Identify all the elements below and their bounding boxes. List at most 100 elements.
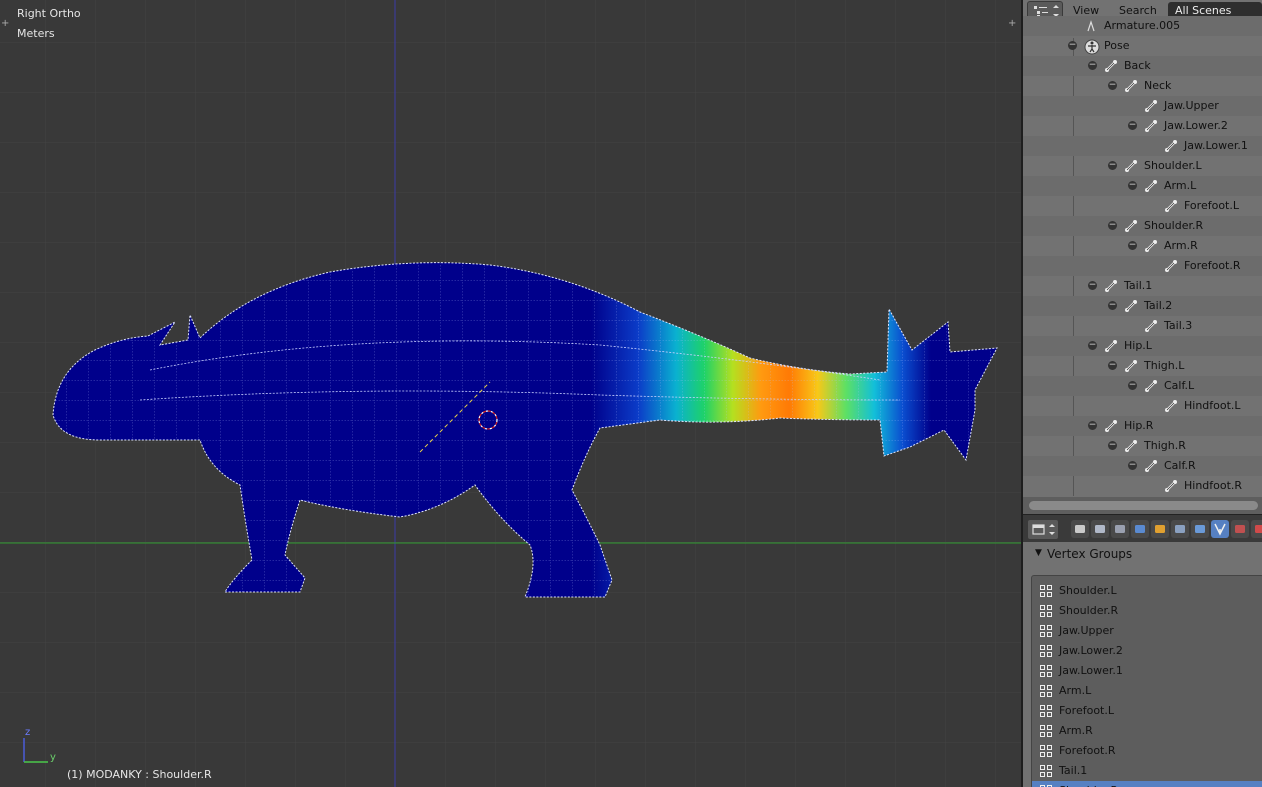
outliner-row[interactable]: − Tail.1 <box>1023 276 1262 296</box>
vertex-group-item[interactable]: Forefoot.R <box>1032 741 1262 761</box>
vertex-group-label[interactable]: Jaw.Lower.2 <box>1059 644 1123 657</box>
collapse-toggle-icon[interactable]: − <box>1088 281 1097 290</box>
collapse-toggle-icon[interactable]: − <box>1088 61 1097 70</box>
data-icon[interactable] <box>1211 520 1229 538</box>
outliner-row-label[interactable]: Arm.L <box>1164 179 1196 192</box>
split-handle-left[interactable]: + <box>1 18 9 29</box>
outliner-row-label[interactable]: Hindfoot.L <box>1184 399 1241 412</box>
collapse-toggle-icon[interactable]: − <box>1108 441 1117 450</box>
render-icon[interactable] <box>1071 520 1089 538</box>
constraints-icon[interactable] <box>1171 520 1189 538</box>
object-icon[interactable] <box>1151 520 1169 538</box>
outliner-row-label[interactable]: Tail.1 <box>1124 279 1152 292</box>
vertex-group-item[interactable]: Forefoot.L <box>1032 701 1262 721</box>
outliner-row-label[interactable]: Hip.R <box>1124 419 1153 432</box>
collapse-toggle-icon[interactable]: − <box>1108 161 1117 170</box>
outliner-row-label[interactable]: Calf.L <box>1164 379 1194 392</box>
collapse-toggle-icon[interactable]: − <box>1108 301 1117 310</box>
scrollbar-thumb[interactable] <box>1029 501 1258 510</box>
outliner-row[interactable]: − Jaw.Lower.2 <box>1023 116 1262 136</box>
outliner-row-label[interactable]: Jaw.Upper <box>1164 99 1219 112</box>
world-icon[interactable] <box>1131 520 1149 538</box>
3d-viewport[interactable]: Right Ortho Meters (1) MODANKY : Shoulde… <box>0 0 1021 787</box>
vertex-group-label[interactable]: Arm.L <box>1059 684 1091 697</box>
collapse-toggle-icon[interactable]: − <box>1088 341 1097 350</box>
vertex-group-label[interactable]: Shoulder.L <box>1059 584 1117 597</box>
vertex-group-item[interactable]: Shoulder.L <box>1032 581 1262 601</box>
outliner-row[interactable]: − Shoulder.R <box>1023 216 1262 236</box>
outliner-row[interactable]: Hindfoot.R <box>1023 476 1262 496</box>
outliner-row[interactable]: − Pose <box>1023 36 1262 56</box>
properties-editor-type-button[interactable] <box>1027 519 1059 540</box>
vertex-group-label[interactable]: Jaw.Upper <box>1059 624 1114 637</box>
collapse-toggle-icon[interactable]: − <box>1128 181 1137 190</box>
viewport-canvas[interactable] <box>0 0 1021 787</box>
vertex-group-label[interactable]: Shoulder.R <box>1059 604 1118 617</box>
vertex-group-label[interactable]: Forefoot.L <box>1059 704 1114 717</box>
outliner-row-label[interactable]: Jaw.Lower.1 <box>1184 139 1248 152</box>
outliner-row[interactable]: Hindfoot.L <box>1023 396 1262 416</box>
vertex-group-item[interactable]: Arm.L <box>1032 681 1262 701</box>
outliner-row-label[interactable]: Back <box>1124 59 1151 72</box>
collapse-toggle-icon[interactable]: − <box>1108 81 1117 90</box>
outliner-row-label[interactable]: Arm.R <box>1164 239 1198 252</box>
collapse-toggle-icon[interactable]: − <box>1088 421 1097 430</box>
vertex-group-item[interactable]: Jaw.Upper <box>1032 621 1262 641</box>
collapse-toggle-icon[interactable]: − <box>1108 221 1117 230</box>
outliner-row-label[interactable]: Tail.3 <box>1164 319 1192 332</box>
outliner-row-label[interactable]: Forefoot.R <box>1184 259 1241 272</box>
vertex-group-item[interactable]: Tail.1 <box>1032 761 1262 781</box>
outliner-row[interactable]: − Neck <box>1023 76 1262 96</box>
outliner-row[interactable]: − Calf.R <box>1023 456 1262 476</box>
outliner-row[interactable]: Armature.005 <box>1023 16 1262 36</box>
vertex-group-label[interactable]: Arm.R <box>1059 724 1093 737</box>
vertex-group-label[interactable]: Jaw.Lower.1 <box>1059 664 1123 677</box>
vertex-groups-title[interactable]: Vertex Groups <box>1047 547 1132 561</box>
collapse-toggle-icon[interactable]: − <box>1068 41 1077 50</box>
vertex-group-item[interactable]: Shoulder.R <box>1032 601 1262 621</box>
modifiers-icon[interactable] <box>1191 520 1209 538</box>
outliner-row-label[interactable]: Thigh.R <box>1144 439 1186 452</box>
outliner-scrollbar[interactable] <box>1023 497 1262 514</box>
material-icon[interactable] <box>1231 520 1249 538</box>
outliner-row[interactable]: − Thigh.R <box>1023 436 1262 456</box>
outliner-row-label[interactable]: Thigh.L <box>1144 359 1184 372</box>
outliner-row[interactable]: Forefoot.R <box>1023 256 1262 276</box>
collapse-toggle-icon[interactable]: − <box>1108 361 1117 370</box>
render-layers-icon[interactable] <box>1091 520 1109 538</box>
outliner-row-label[interactable]: Calf.R <box>1164 459 1196 472</box>
collapse-toggle-icon[interactable]: − <box>1128 461 1137 470</box>
split-handle-right[interactable]: + <box>1008 18 1016 29</box>
outliner-row-label[interactable]: Shoulder.L <box>1144 159 1202 172</box>
collapse-toggle-icon[interactable]: − <box>1128 121 1137 130</box>
outliner-row[interactable]: − Hip.L <box>1023 336 1262 356</box>
outliner-row-label[interactable]: Tail.2 <box>1144 299 1172 312</box>
vertex-groups-list[interactable]: Shoulder.L Shoulder.R Jaw.Upper Jaw.Lower.2… <box>1031 575 1262 787</box>
outliner-row-label[interactable]: Hindfoot.R <box>1184 479 1242 492</box>
outliner-row[interactable]: − Hip.R <box>1023 416 1262 436</box>
collapse-toggle-icon[interactable]: − <box>1128 381 1137 390</box>
outliner-row-label[interactable]: Hip.L <box>1124 339 1152 352</box>
outliner-row[interactable]: − Tail.2 <box>1023 296 1262 316</box>
vertex-group-item[interactable]: Jaw.Lower.1 <box>1032 661 1262 681</box>
outliner-row-label[interactable]: Shoulder.R <box>1144 219 1203 232</box>
vertex-group-item[interactable]: Jaw.Lower.2 <box>1032 641 1262 661</box>
outliner-row-label[interactable]: Pose <box>1104 39 1129 52</box>
outliner-row[interactable]: Jaw.Lower.1 <box>1023 136 1262 156</box>
vertex-group-item[interactable]: Shoulder.R <box>1032 781 1262 787</box>
outliner-row[interactable]: − Thigh.L <box>1023 356 1262 376</box>
outliner-row[interactable]: − Calf.L <box>1023 376 1262 396</box>
scene-icon[interactable] <box>1111 520 1129 538</box>
outliner-row-label[interactable]: Armature.005 <box>1104 19 1180 32</box>
outliner-row[interactable]: − Shoulder.L <box>1023 156 1262 176</box>
panel-collapse-icon[interactable]: ▼ <box>1035 548 1042 558</box>
outliner-row[interactable]: Tail.3 <box>1023 316 1262 336</box>
outliner-row-label[interactable]: Forefoot.L <box>1184 199 1239 212</box>
vertex-group-item[interactable]: Arm.R <box>1032 721 1262 741</box>
vertex-group-label[interactable]: Tail.1 <box>1059 764 1087 777</box>
vertex-group-label[interactable]: Forefoot.R <box>1059 744 1116 757</box>
outliner-row[interactable]: Forefoot.L <box>1023 196 1262 216</box>
outliner-row-label[interactable]: Neck <box>1144 79 1171 92</box>
collapse-toggle-icon[interactable]: − <box>1128 241 1137 250</box>
outliner-row[interactable]: − Arm.R <box>1023 236 1262 256</box>
